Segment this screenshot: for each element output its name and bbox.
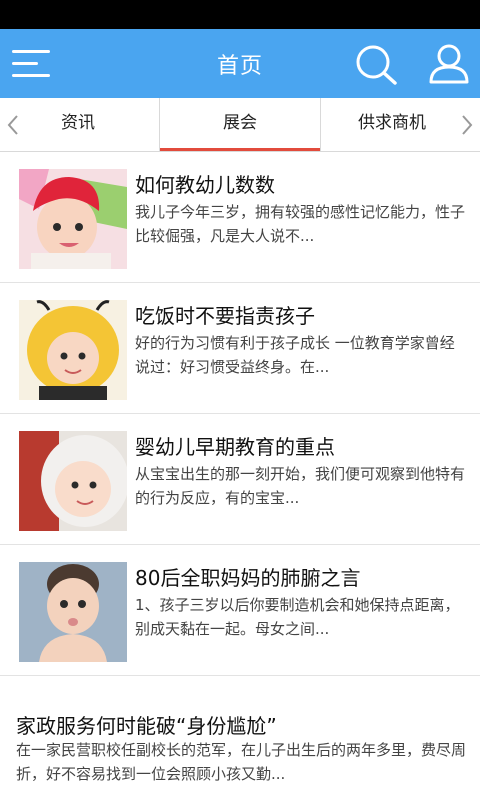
app-header: 首页 (0, 29, 480, 98)
tab-news[interactable]: 资讯 (18, 98, 138, 151)
article-summary: 在一家民营职校任副校长的范军，在儿子出生后的两年多里，费尽周折，好不容易找到一位… (16, 741, 467, 783)
menu-icon[interactable] (12, 47, 52, 81)
list-item[interactable]: 吃饭时不要指责孩子 好的行为习惯有利于孩子成长 一位教育学家曾经说过：好习惯受益… (0, 283, 480, 414)
article-title: 家政服务何时能破“身份尴尬” (16, 714, 277, 738)
list-item[interactable]: 80后全职妈妈的肺腑之言 1、孩子三岁以后你要制造机会和她保持点距离，别成天黏在… (0, 545, 480, 676)
page-title: 首页 (216, 53, 263, 79)
article-summary: 1、孩子三岁以后你要制造机会和她保持点距离，别成天黏在一起。母女之间... (135, 596, 460, 638)
user-icon[interactable] (428, 43, 470, 85)
article-title: 婴幼儿早期教育的重点 (135, 435, 335, 459)
list-item[interactable]: 如何教幼儿数数 我儿子今年三岁，拥有较强的感性记忆能力，性子比较倔强，凡是大人说… (0, 152, 480, 283)
article-title: 吃饭时不要指责孩子 (135, 304, 315, 328)
category-tabs: 资讯 展会 供求商机 (0, 98, 480, 152)
tab-exhibitions[interactable]: 展会 (159, 98, 321, 151)
article-summary: 我儿子今年三岁，拥有较强的感性记忆能力，性子比较倔强，凡是大人说不... (135, 203, 465, 245)
search-icon[interactable] (354, 43, 398, 85)
list-item[interactable]: 家政服务何时能破“身份尴尬” 在一家民营职校任副校长的范军，在儿子出生后的两年多… (0, 676, 480, 800)
article-thumbnail (19, 562, 127, 662)
article-thumbnail (19, 169, 127, 269)
tab-supply-demand[interactable]: 供求商机 (322, 98, 462, 151)
article-thumbnail (19, 300, 127, 400)
status-bar (0, 0, 480, 29)
article-title: 80后全职妈妈的肺腑之言 (135, 566, 361, 590)
article-summary: 从宝宝出生的那一刻开始，我们便可观察到他特有的行为反应，有的宝宝... (135, 465, 465, 507)
list-item[interactable]: 婴幼儿早期教育的重点 从宝宝出生的那一刻开始，我们便可观察到他特有的行为反应，有… (0, 414, 480, 545)
chevron-right-icon[interactable] (460, 114, 474, 136)
article-title: 如何教幼儿数数 (135, 173, 275, 197)
article-thumbnail (19, 431, 127, 531)
article-summary: 好的行为习惯有利于孩子成长 一位教育学家曾经说过：好习惯受益终身。在... (135, 334, 455, 376)
